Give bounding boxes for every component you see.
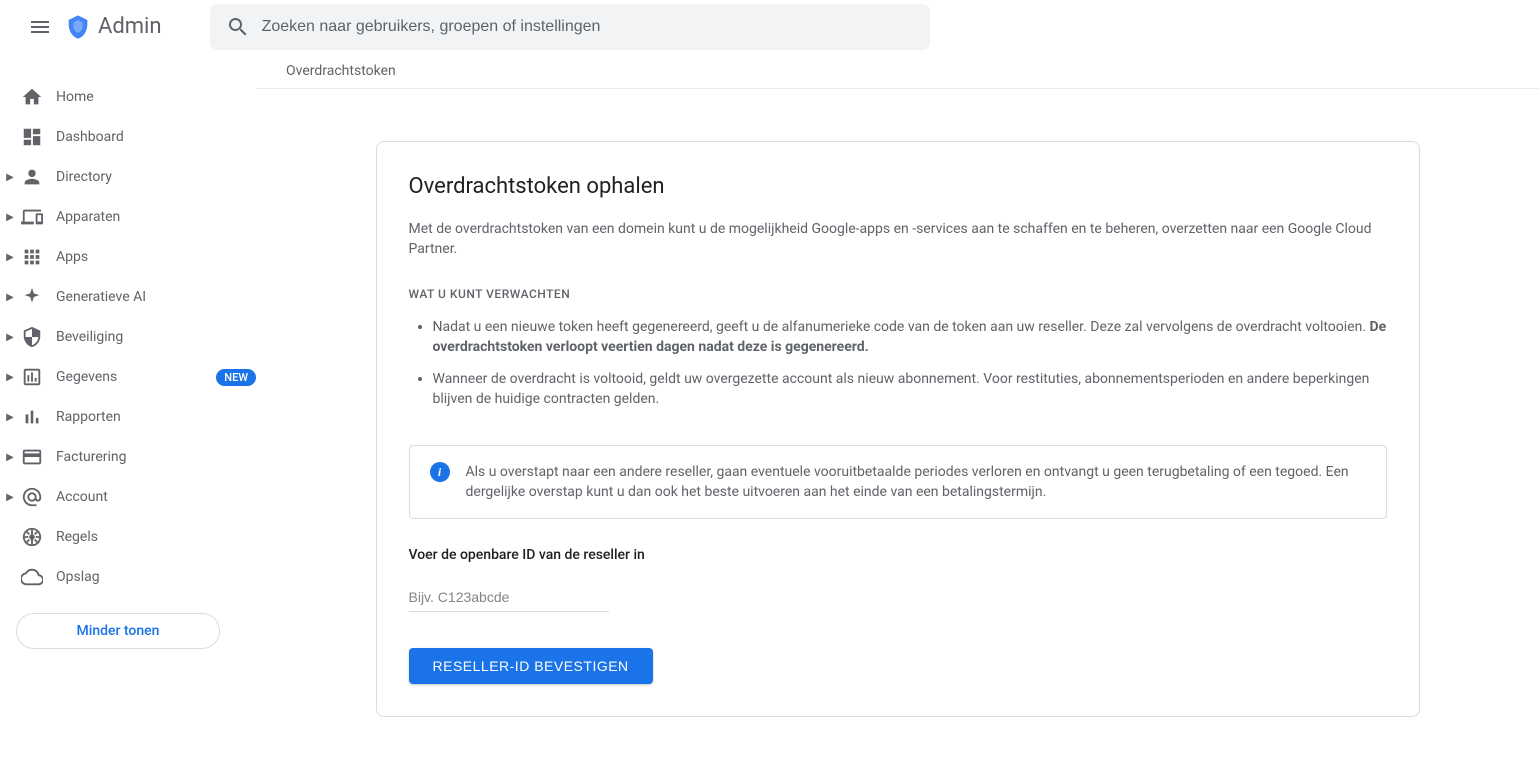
data-icon [20,365,44,389]
sidebar-item-dashboard[interactable]: ▶Dashboard [0,117,256,157]
breadcrumb-item[interactable]: Overdrachtstoken [286,63,396,79]
transfer-token-card: Overdrachtstoken ophalen Met de overdrac… [376,141,1420,717]
sidebar-item-label: Rapporten [56,409,256,425]
chevron-right-icon: ▶ [0,212,20,223]
sidebar-item-label: Beveiliging [56,329,256,345]
menu-button[interactable] [16,3,64,51]
info-box: i Als u overstapt naar een andere resell… [409,445,1387,519]
sidebar-item-label: Dashboard [56,129,256,145]
sidebar-item-directory[interactable]: ▶ Directory [0,157,256,197]
expect-item-1: Nadat u een nieuwe token heeft gegeneree… [433,317,1387,357]
sidebar-item-label: Opslag [56,569,256,585]
sidebar-item-label: Apparaten [56,209,256,225]
sidebar-item-regels[interactable]: ▶Regels [0,517,256,557]
sidebar-item-label: Account [56,489,256,505]
chevron-right-icon: ▶ [0,412,20,423]
sidebar-item-opslag[interactable]: ▶Opslag [0,557,256,597]
sidebar-item-apps[interactable]: ▶ Apps [0,237,256,277]
sidebar-item-generatieve-ai[interactable]: ▶ Generatieve AI [0,277,256,317]
search-box[interactable] [210,4,930,50]
sidebar-item-gegevens[interactable]: ▶ Gegevens NEW [0,357,256,397]
reseller-id-input[interactable] [409,583,609,612]
person-icon [20,165,44,189]
expect-section-label: WAT U KUNT VERWACHTEN [409,287,1387,301]
sidebar-item-label: Home [56,89,256,105]
sidebar-item-apparaten[interactable]: ▶ Apparaten [0,197,256,237]
sidebar-item-label: Generatieve AI [56,289,256,305]
sidebar-item-label: Apps [56,249,256,265]
home-icon [20,85,44,109]
chevron-right-icon: ▶ [0,252,20,263]
card-icon [20,445,44,469]
dashboard-icon [20,125,44,149]
sidebar-item-rapporten[interactable]: ▶ Rapporten [0,397,256,437]
menu-icon [28,15,52,39]
breadcrumb-bar: Overdrachtstoken [256,53,1539,89]
info-icon: i [430,462,450,482]
new-badge: NEW [216,369,256,386]
card-title: Overdrachtstoken ophalen [409,174,1387,199]
show-less-button[interactable]: Minder tonen [16,613,220,649]
sidebar-item-label: Facturering [56,449,256,465]
sparkle-icon [20,285,44,309]
sidebar: ▶Home▶Dashboard▶Directory▶Apparaten▶Apps… [0,53,256,769]
chevron-right-icon: ▶ [0,292,20,303]
reseller-id-label: Voer de openbare ID van de reseller in [409,547,1387,563]
sidebar-item-label: Regels [56,529,256,545]
search-input[interactable] [262,18,914,36]
sidebar-item-account[interactable]: ▶ Account [0,477,256,517]
logo[interactable]: Admin [64,13,162,41]
info-text: Als u overstapt naar een andere reseller… [466,462,1366,502]
apps-icon [20,245,44,269]
chevron-right-icon: ▶ [0,372,20,383]
chevron-right-icon: ▶ [0,452,20,463]
sidebar-item-beveiliging[interactable]: ▶ Beveiliging [0,317,256,357]
devices-icon [20,205,44,229]
wheel-icon [20,525,44,549]
search-icon [226,15,250,39]
main-content: Overdrachtstoken Overdrachtstoken ophale… [256,53,1539,769]
admin-logo-icon [64,13,92,41]
chevron-right-icon: ▶ [0,492,20,503]
shield-icon [20,325,44,349]
sidebar-item-facturering[interactable]: ▶ Facturering [0,437,256,477]
card-description: Met de overdrachtstoken van een domein k… [409,219,1387,259]
bars-icon [20,405,44,429]
expect-list: Nadat u een nieuwe token heeft gegeneree… [409,317,1387,409]
sidebar-item-label: Gegevens [56,369,208,385]
chevron-right-icon: ▶ [0,332,20,343]
sidebar-item-label: Directory [56,169,256,185]
confirm-reseller-button[interactable]: RESELLER-ID BEVESTIGEN [409,648,653,684]
expect-item-2: Wanneer de overdracht is voltooid, geldt… [433,369,1387,409]
cloud-icon [20,565,44,589]
header: Admin [0,0,1539,53]
logo-text: Admin [98,14,162,39]
at-icon [20,485,44,509]
sidebar-item-home[interactable]: ▶Home [0,77,256,117]
chevron-right-icon: ▶ [0,172,20,183]
